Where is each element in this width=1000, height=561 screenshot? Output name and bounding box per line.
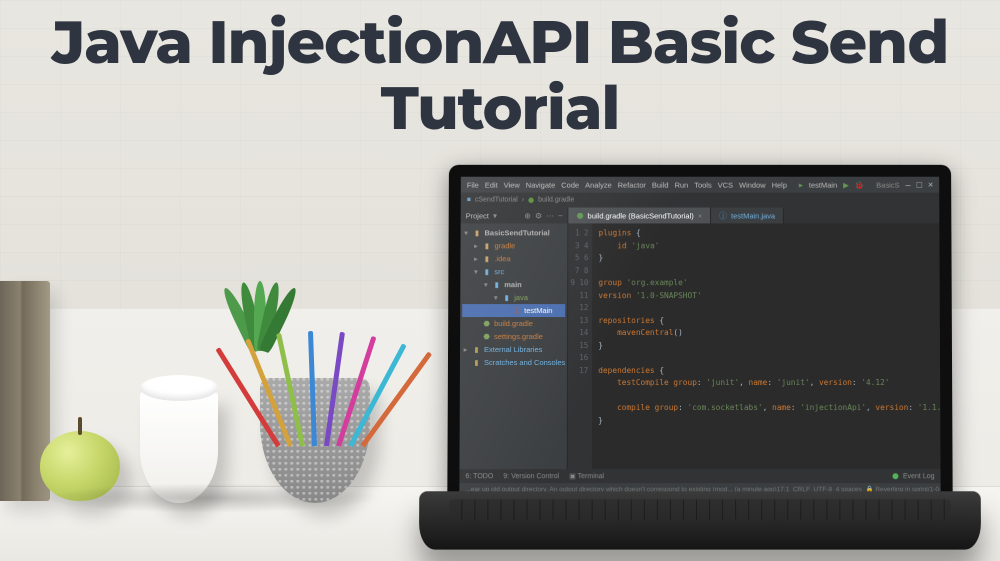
toolwin-terminal[interactable]: ▣ Terminal: [569, 472, 604, 480]
toolwin-vcs[interactable]: 9: Version Control: [503, 473, 559, 480]
menu-window[interactable]: Window: [739, 180, 766, 189]
code-area[interactable]: 1 2 3 4 5 6 7 8 9 10 11 12 13 14 15 16 1…: [568, 223, 953, 469]
folder-icon: ■: [467, 197, 471, 204]
window-maximize-icon[interactable]: □: [917, 180, 922, 190]
project-panel-header: Project ▾ ⊕ ⚙ ⋯ −: [461, 208, 568, 224]
project-panel[interactable]: Project ▾ ⊕ ⚙ ⋯ − ▾▮BasicSendTutorial ▸▮…: [459, 208, 568, 470]
tab-label: build.gradle (BasicSendTutorial): [588, 211, 694, 220]
menubar[interactable]: File Edit View Navigate Code Analyze Ref…: [461, 177, 939, 193]
tree-build-gradle[interactable]: ⬣build.gradle: [462, 317, 565, 330]
gradle-file-icon: ⬣: [528, 196, 534, 204]
menu-analyze[interactable]: Analyze: [585, 180, 612, 189]
run-arrow-icon[interactable]: ▸: [799, 180, 803, 189]
breadcrumb-project[interactable]: cSendTutorial: [475, 197, 518, 204]
menu-help[interactable]: Help: [772, 180, 787, 189]
editor: ⬣ build.gradle (BasicSendTutorial) × ⓙ t…: [568, 208, 953, 470]
ide-body: Project ▾ ⊕ ⚙ ⋯ − ▾▮BasicSendTutorial ▸▮…: [459, 208, 940, 470]
event-dot-icon: [893, 473, 899, 479]
close-icon[interactable]: ×: [698, 211, 702, 220]
laptop-keyboard: [449, 499, 951, 519]
toolwin-todo[interactable]: 6: TODO: [465, 473, 493, 480]
menu-view[interactable]: View: [504, 180, 520, 189]
window-minimize-icon[interactable]: –: [906, 180, 911, 190]
debug-icon[interactable]: 🐞: [855, 180, 864, 189]
toolwin-eventlog[interactable]: Event Log: [903, 473, 935, 480]
menu-edit[interactable]: Edit: [485, 180, 498, 189]
laptop-screen: File Edit View Navigate Code Analyze Ref…: [447, 165, 952, 508]
terminal-icon: ▣: [569, 473, 576, 480]
breadcrumb: ■ cSendTutorial › ⬣ build.gradle: [461, 193, 940, 208]
project-panel-title: Project: [466, 211, 489, 220]
page-title: Java InjectionAPI Basic Send Tutorial: [0, 10, 1000, 142]
menu-tools[interactable]: Tools: [694, 180, 711, 189]
tree-java-dir[interactable]: ▾▮java: [462, 291, 565, 304]
line-gutter: 1 2 3 4 5 6 7 8 9 10 11 12 13 14 15 16 1…: [568, 223, 593, 469]
plant: [200, 281, 310, 391]
scene: Java InjectionAPI Basic Send Tutorial Fi…: [0, 0, 1000, 561]
tab-testmain[interactable]: ⓙ testMain.java: [711, 208, 784, 224]
tree-external-libs[interactable]: ▸▮External Libraries: [462, 343, 565, 356]
chevron-down-icon[interactable]: ▾: [493, 211, 497, 220]
menu-build[interactable]: Build: [652, 180, 669, 189]
laptop-base: [419, 491, 981, 549]
expand-icon[interactable]: ⊕: [524, 211, 531, 220]
editor-tabs[interactable]: ⬣ build.gradle (BasicSendTutorial) × ⓙ t…: [569, 208, 953, 224]
tab-build-gradle[interactable]: ⬣ build.gradle (BasicSendTutorial) ×: [569, 208, 711, 224]
window-close-icon[interactable]: ×: [928, 180, 933, 190]
more-icon[interactable]: ⋯: [546, 211, 554, 220]
breadcrumb-file[interactable]: build.gradle: [538, 197, 574, 204]
menu-run[interactable]: Run: [675, 180, 689, 189]
java-file-icon: ⓙ: [719, 210, 727, 221]
window-title: BasicSendTutorial: [876, 180, 899, 189]
menu-file[interactable]: File: [467, 180, 479, 189]
play-icon[interactable]: ▶: [843, 180, 849, 189]
run-config-selector[interactable]: testMain: [809, 180, 837, 189]
code-text[interactable]: plugins { id 'java' } group 'org.example…: [592, 223, 953, 469]
ide-window: File Edit View Navigate Code Analyze Ref…: [459, 177, 940, 496]
tab-label: testMain.java: [731, 211, 775, 220]
laptop: File Edit View Navigate Code Analyze Ref…: [419, 165, 981, 550]
tree-testmain-file[interactable]: ⓙtestMain: [462, 304, 565, 317]
toolwindow-bar[interactable]: 6: TODO 9: Version Control ▣ Terminal Ev…: [459, 469, 940, 483]
tree-root[interactable]: ▾▮BasicSendTutorial: [463, 226, 566, 239]
menu-refactor[interactable]: Refactor: [618, 180, 646, 189]
tree-main-dir[interactable]: ▾▮main: [462, 278, 565, 291]
menu-vcs[interactable]: VCS: [718, 180, 733, 189]
menu-code[interactable]: Code: [561, 180, 579, 189]
chevron-right-icon: ›: [522, 197, 524, 204]
project-tree[interactable]: ▾▮BasicSendTutorial ▸▮gradle ▸▮.idea ▾▮s…: [460, 223, 568, 372]
menu-navigate[interactable]: Navigate: [526, 180, 556, 189]
tree-gradle-dir[interactable]: ▸▮gradle: [462, 239, 565, 252]
gradle-file-icon: ⬣: [577, 211, 584, 220]
gear-icon[interactable]: ⚙: [535, 211, 542, 220]
tree-src-dir[interactable]: ▾▮src: [462, 265, 565, 278]
tree-idea-dir[interactable]: ▸▮.idea: [462, 252, 565, 265]
hide-icon[interactable]: −: [558, 211, 563, 220]
tree-settings-gradle[interactable]: ⬣settings.gradle: [462, 330, 565, 343]
tree-scratches[interactable]: ▮Scratches and Consoles: [462, 356, 565, 369]
